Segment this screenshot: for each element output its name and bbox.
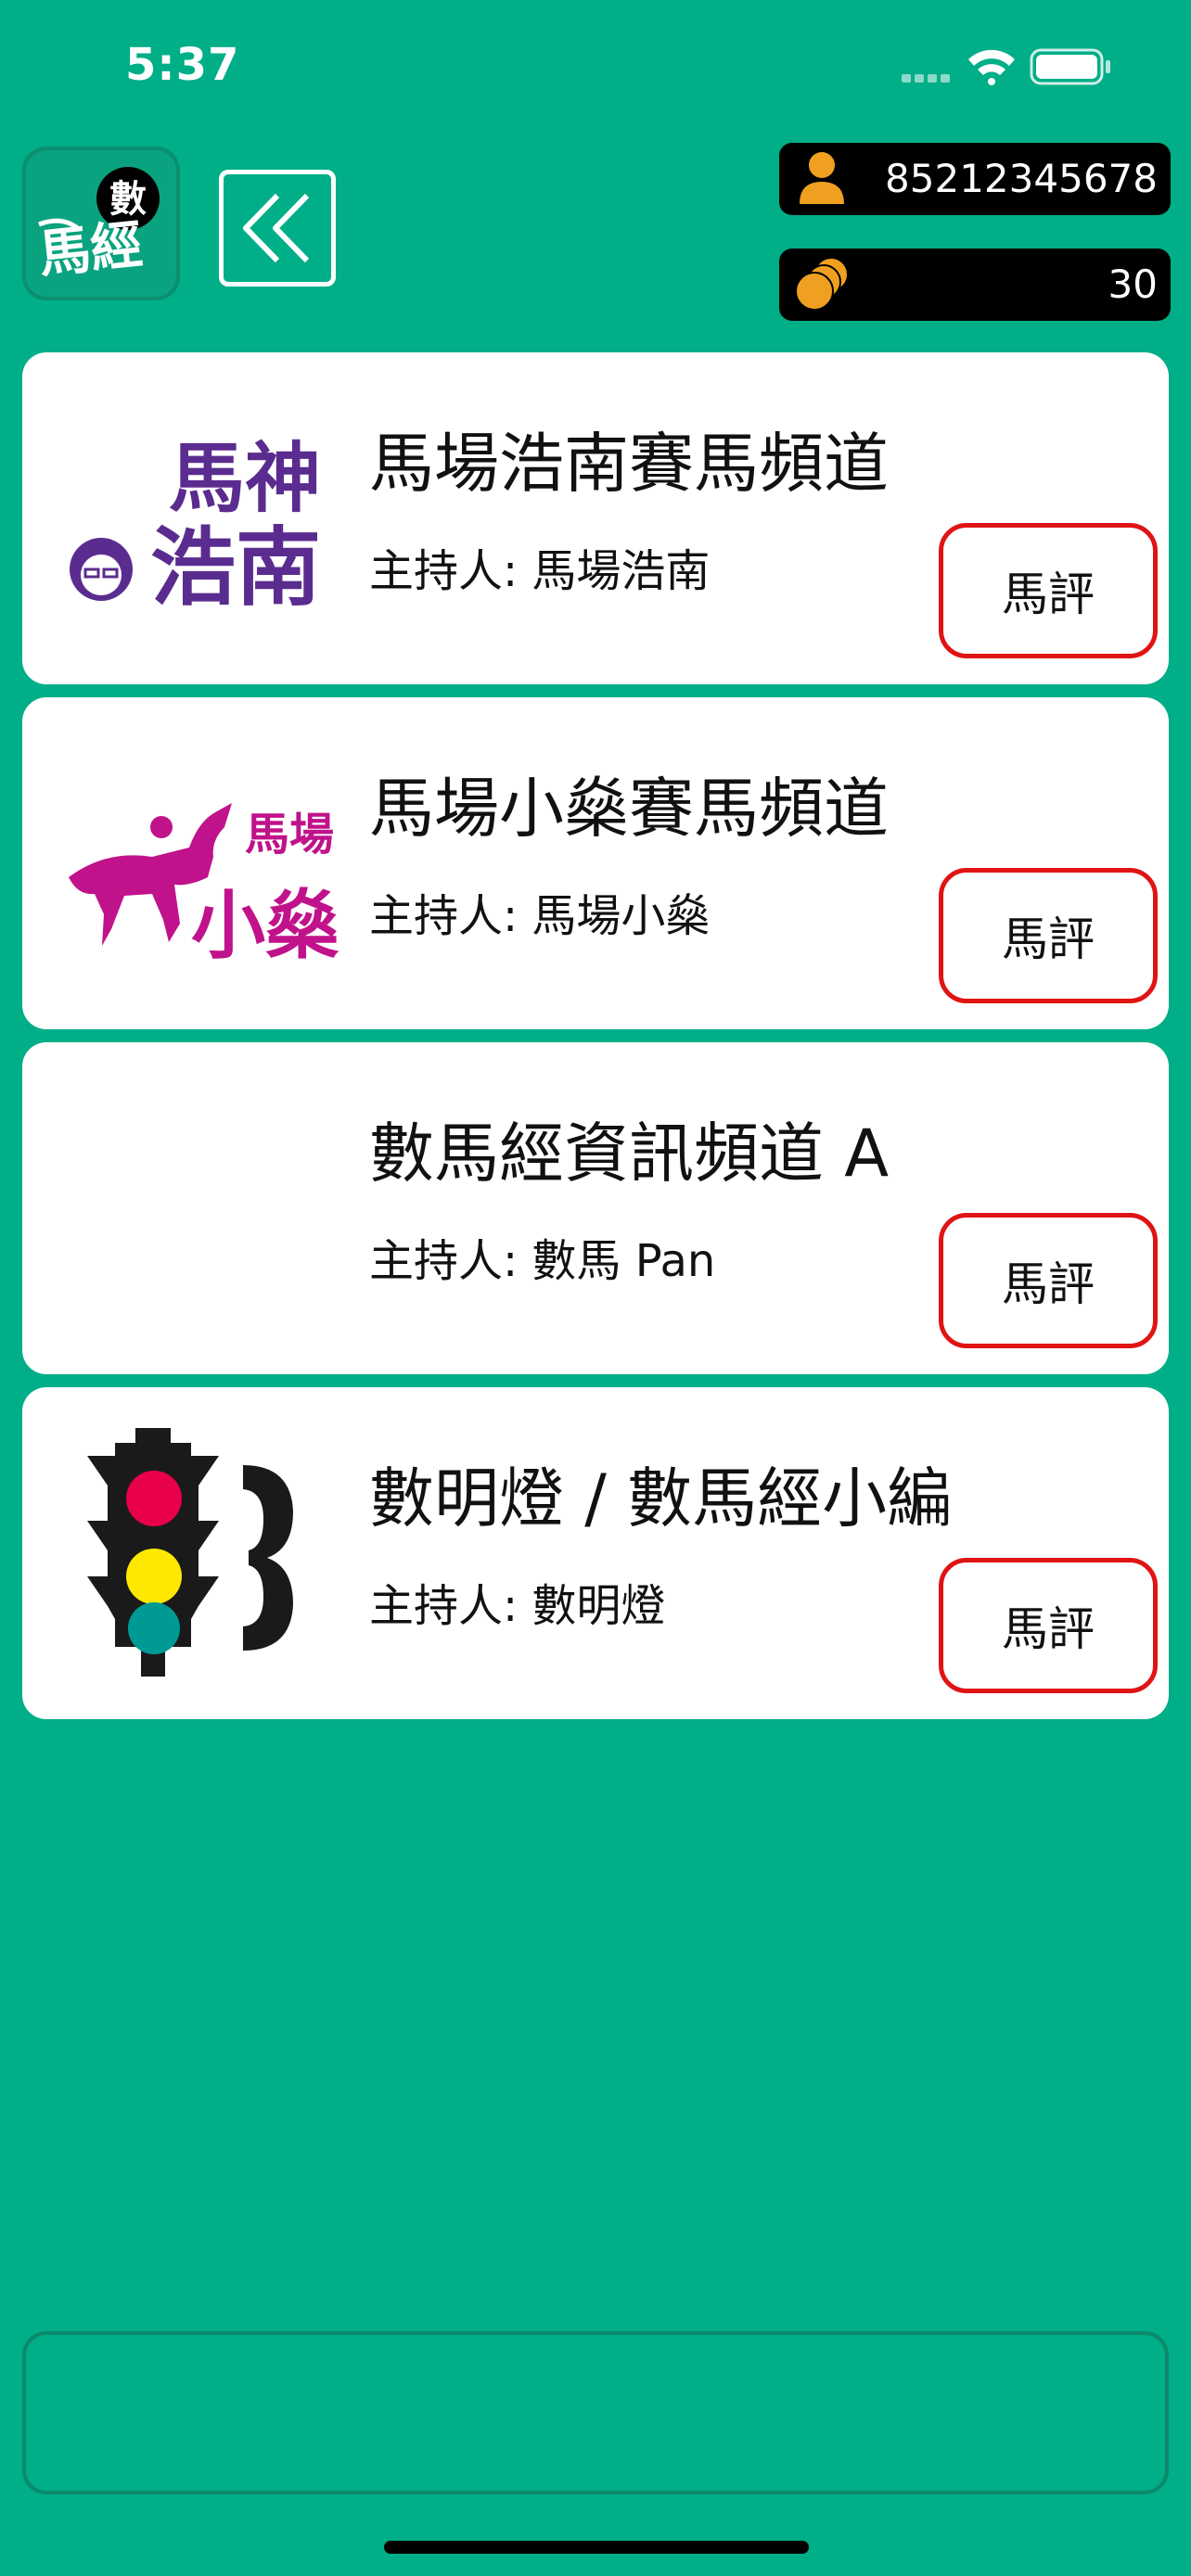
coins-pill: 30 xyxy=(779,249,1171,321)
home-indicator[interactable] xyxy=(384,2541,809,2554)
channel-host: 主持人: 馬場小燊 xyxy=(369,890,711,942)
logo-badge-text: 數 xyxy=(109,178,147,221)
channel-host: 主持人: 馬場浩南 xyxy=(369,545,711,597)
review-button[interactable]: 馬評 xyxy=(939,1213,1158,1348)
channel-card[interactable]: 馬場 小燊 馬場小燊賽馬頻道 主持人: 馬場小燊 馬評 xyxy=(22,697,1169,1029)
battery-icon xyxy=(1030,48,1110,85)
review-button[interactable]: 馬評 xyxy=(939,523,1158,658)
bottom-bar xyxy=(22,2331,1169,2494)
signal-icon xyxy=(902,74,950,83)
logo-text-top: 馬場 xyxy=(245,809,334,861)
review-button[interactable]: 馬評 xyxy=(939,868,1158,1003)
channel-title: 數馬經資訊頻道 A xyxy=(369,1116,890,1192)
app-logo: 數 馬經 xyxy=(22,147,180,300)
channel-logo-xiaoshen: 馬場 小燊 xyxy=(69,803,339,969)
logo-text-bottom: 浩南 xyxy=(150,518,321,618)
channel-title: 馬場小燊賽馬頻道 xyxy=(369,771,889,847)
channel-host: 主持人: 數明燈 xyxy=(369,1580,666,1632)
status-icons xyxy=(902,48,1110,85)
review-button[interactable]: 馬評 xyxy=(939,1558,1158,1693)
wifi-icon xyxy=(968,49,1015,85)
coins-icon xyxy=(795,257,849,311)
channel-host: 主持人: 數馬 Pan xyxy=(369,1235,716,1287)
channel-card[interactable]: 馬神 浩南 馬場浩南賽馬頻道 主持人: 馬場浩南 馬評 xyxy=(22,352,1169,684)
logo-main-text: 馬經 xyxy=(36,214,146,285)
user-icon xyxy=(800,152,844,204)
status-time: 5:37 xyxy=(125,39,240,91)
back-button[interactable] xyxy=(219,170,336,287)
logo-text-top: 馬神 xyxy=(169,435,321,523)
coin-balance: 30 xyxy=(1108,261,1158,307)
double-chevron-left-icon xyxy=(243,193,310,263)
account-pill: 85212345678 xyxy=(779,143,1171,215)
channel-logo-haonan: 馬神 浩南 xyxy=(70,435,321,618)
channel-title: 馬場浩南賽馬頻道 xyxy=(369,426,889,502)
channel-card[interactable]: 數明燈 / 數馬經小編 主持人: 數明燈 馬評 xyxy=(22,1387,1169,1719)
traffic-light-icon xyxy=(87,1428,293,1677)
channel-card[interactable]: 數馬經資訊頻道 A 主持人: 數馬 Pan 馬評 xyxy=(22,1042,1169,1374)
channel-title: 數明燈 / 數馬經小編 xyxy=(369,1460,953,1537)
phone-number: 85212345678 xyxy=(885,156,1158,201)
logo-text-bottom: 小燊 xyxy=(191,883,339,969)
